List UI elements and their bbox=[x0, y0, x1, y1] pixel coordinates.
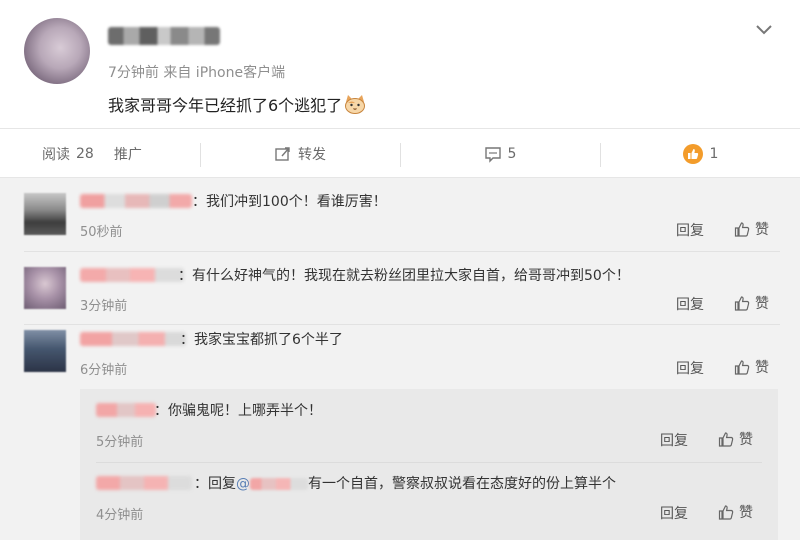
comment-count: 5 bbox=[507, 146, 517, 162]
thumbs-up-icon bbox=[734, 221, 750, 237]
post-header: 7分钟前 来自 iPhone客户端 我家哥哥今年已经抓了6个逃犯了 bbox=[0, 0, 800, 128]
reply-button[interactable]: 回复 bbox=[660, 503, 688, 523]
read-count-stat: 阅读 28 推广 bbox=[0, 129, 200, 179]
commenter-name-blurred[interactable] bbox=[80, 332, 186, 346]
reply-text: ：回复@ 有一个自首，警察叔叔说看在态度好的份上算半个 bbox=[194, 473, 616, 493]
commenter-avatar[interactable] bbox=[24, 193, 66, 235]
cat-emoji-icon bbox=[344, 94, 366, 114]
reply-content: 有一个自首，警察叔叔说看在态度好的份上算半个 bbox=[308, 476, 616, 492]
like-filled-icon bbox=[682, 144, 703, 164]
commenter-name-blurred[interactable] bbox=[80, 268, 184, 282]
replier-name-blurred[interactable] bbox=[96, 403, 156, 417]
replies-box: ：你骗鬼呢！上哪弄半个！ 5分钟前 回复 赞 ：回复@ 有一个自首，警察叔叔说看在… bbox=[80, 389, 778, 540]
comment-text: ：我们冲到100个！看谁厉害！ bbox=[192, 194, 387, 210]
commenter-name-blurred[interactable] bbox=[80, 194, 192, 208]
read-label: 阅读 bbox=[42, 147, 70, 163]
promote-link[interactable]: 推广 bbox=[114, 144, 142, 164]
reply-time: 4分钟前 bbox=[96, 508, 144, 523]
replier-name-blurred[interactable] bbox=[96, 476, 192, 490]
like-label: 赞 bbox=[755, 222, 769, 238]
post-text-content: 我家哥哥今年已经抓了6个逃犯了 bbox=[108, 96, 343, 115]
mention-name-blurred bbox=[250, 478, 308, 490]
reply-button[interactable]: 回复 bbox=[676, 358, 704, 378]
author-avatar[interactable] bbox=[24, 18, 90, 84]
repost-label: 转发 bbox=[298, 147, 326, 163]
comment-text: ：有什么好神气的！我现在就去粉丝团里拉大家自首，给哥哥冲到50个！ bbox=[178, 268, 630, 284]
commenter-avatar[interactable] bbox=[24, 267, 66, 309]
reply-text: ：你骗鬼呢！上哪弄半个！ bbox=[154, 403, 322, 419]
like-comment-button[interactable]: 赞 bbox=[718, 502, 753, 522]
like-comment-button[interactable]: 赞 bbox=[734, 219, 769, 239]
action-bar: 阅读 28 推广 转发 5 1 bbox=[0, 128, 800, 178]
reply-button[interactable]: 回复 bbox=[676, 220, 704, 240]
divider bbox=[96, 462, 762, 463]
like-label: 赞 bbox=[755, 296, 769, 312]
comment-time: 6分钟前 bbox=[80, 363, 128, 378]
like-button[interactable]: 1 bbox=[600, 129, 800, 179]
like-count: 1 bbox=[709, 146, 719, 162]
post-text: 我家哥哥今年已经抓了6个逃犯了 bbox=[108, 92, 366, 116]
like-comment-button[interactable]: 赞 bbox=[734, 293, 769, 313]
read-count: 28 bbox=[76, 146, 94, 162]
comments-section: ：我们冲到100个！看谁厉害！ 50秒前 回复 赞 ：有什么好神气的！我现在就去… bbox=[0, 178, 800, 540]
repost-button[interactable]: 转发 bbox=[200, 129, 400, 179]
comment-icon bbox=[484, 147, 501, 163]
like-label: 赞 bbox=[739, 505, 753, 521]
thumbs-up-icon bbox=[734, 295, 750, 311]
reply-prefix: ：回复 bbox=[194, 476, 236, 492]
divider bbox=[24, 251, 780, 252]
repost-icon bbox=[275, 147, 290, 161]
post-meta: 7分钟前 来自 iPhone客户端 bbox=[108, 65, 286, 81]
like-comment-button[interactable]: 赞 bbox=[734, 357, 769, 377]
like-comment-button[interactable]: 赞 bbox=[718, 429, 753, 449]
thumbs-up-icon bbox=[718, 431, 734, 447]
author-name-blurred[interactable] bbox=[108, 27, 220, 45]
comment-text: ：我家宝宝都抓了6个半了 bbox=[180, 332, 343, 348]
reply-button[interactable]: 回复 bbox=[660, 430, 688, 450]
mention-link[interactable]: @ bbox=[236, 476, 308, 492]
reply-button[interactable]: 回复 bbox=[676, 294, 704, 314]
commenter-avatar[interactable] bbox=[24, 330, 66, 372]
divider bbox=[24, 324, 780, 325]
like-label: 赞 bbox=[739, 432, 753, 448]
like-label: 赞 bbox=[755, 360, 769, 376]
comment-time: 50秒前 bbox=[80, 225, 123, 240]
comment-time: 3分钟前 bbox=[80, 299, 128, 314]
chevron-down-icon[interactable] bbox=[752, 18, 776, 42]
comment-button[interactable]: 5 bbox=[400, 129, 600, 179]
thumbs-up-icon bbox=[734, 359, 750, 375]
reply-time: 5分钟前 bbox=[96, 435, 144, 450]
thumbs-up-icon bbox=[718, 504, 734, 520]
